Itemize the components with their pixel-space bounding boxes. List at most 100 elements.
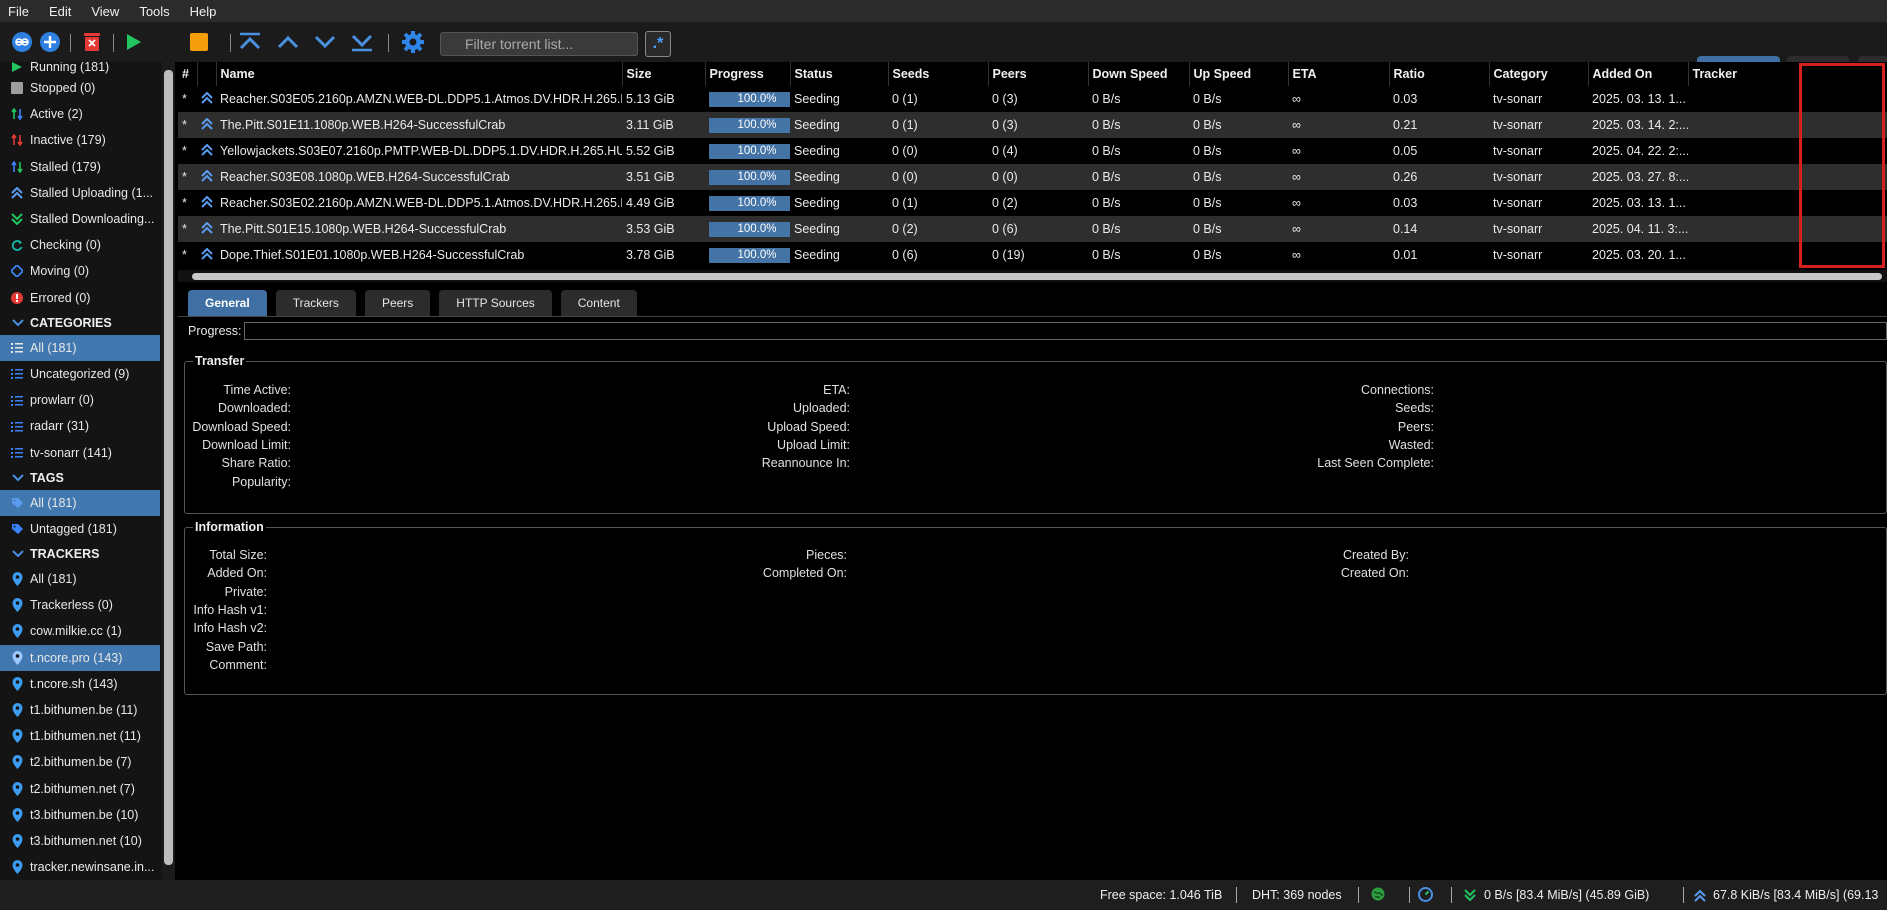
sidebar-item-inactive[interactable]: Inactive (179) xyxy=(0,127,175,153)
add-torrent-button[interactable] xyxy=(38,30,62,54)
connection-status-icon[interactable] xyxy=(1371,887,1385,904)
field-label: Downloaded: xyxy=(218,401,291,416)
sidebar-category-tv-sonarr[interactable]: tv-sonarr (141) xyxy=(0,439,175,465)
speed-limit-icon[interactable] xyxy=(1418,887,1433,905)
sidebar-tracker-item[interactable]: t3.bithumen.be (10) xyxy=(0,802,175,828)
table-row[interactable]: * The.Pitt.S01E11.1080p.WEB.H264-Successf… xyxy=(178,112,1887,138)
trackers-header[interactable]: TRACKERS xyxy=(0,542,175,566)
stop-button[interactable] xyxy=(187,30,211,54)
sidebar-item-moving[interactable]: Moving (0) xyxy=(0,258,175,284)
regex-toggle-button[interactable]: .* xyxy=(645,31,671,57)
sidebar-item-label: t.ncore.sh (143) xyxy=(30,676,118,691)
ratio-cell: 0.05 xyxy=(1393,144,1418,158)
sidebar-item-stopped[interactable]: Stopped (0) xyxy=(0,75,175,101)
column-header[interactable]: Down Speed xyxy=(1088,62,1190,86)
add-link-button[interactable] xyxy=(10,30,34,54)
size-cell: 3.53 GiB xyxy=(622,216,705,242)
menu-help[interactable]: Help xyxy=(190,4,217,19)
sidebar-tag-all[interactable]: All (181) xyxy=(0,489,160,516)
sidebar-tracker-item[interactable]: t2.bithumen.be (7) xyxy=(0,749,175,775)
column-header[interactable]: Seeds xyxy=(888,62,989,86)
options-button[interactable] xyxy=(401,30,425,54)
move-up-button[interactable] xyxy=(276,30,300,54)
sidebar-scrollbar-thumb[interactable] xyxy=(164,70,173,865)
tab-http-sources[interactable]: HTTP Sources xyxy=(439,290,552,316)
up-cell: 0 B/s xyxy=(1189,164,1288,190)
sidebar-category-all[interactable]: All (181) xyxy=(0,334,160,361)
menu-edit[interactable]: Edit xyxy=(49,4,71,19)
column-header[interactable]: Peers xyxy=(988,62,1089,86)
sidebar-item-active[interactable]: Active (2) xyxy=(0,101,175,127)
menu-view[interactable]: View xyxy=(91,4,119,19)
delete-button[interactable] xyxy=(80,30,104,54)
table-horizontal-scrollbar[interactable] xyxy=(178,270,1887,282)
double-chevron-up-icon xyxy=(10,186,24,200)
sidebar-tracker-item[interactable]: cow.milkie.cc (1) xyxy=(0,618,175,644)
column-header[interactable]: Tracker xyxy=(1688,62,1887,86)
column-header[interactable]: Progress xyxy=(705,62,791,86)
table-row[interactable]: * Dope.Thief.S01E01.1080p.WEB.H264-Succes… xyxy=(178,242,1887,268)
stop-square-icon xyxy=(190,33,208,51)
column-header[interactable]: ETA xyxy=(1288,62,1390,86)
tracker-list: All (181) Trackerless (0) cow.milkie.cc (1… xyxy=(0,566,175,880)
field-label: Time Active: xyxy=(223,383,291,397)
column-header[interactable]: Category xyxy=(1489,62,1589,86)
table-row[interactable]: * The.Pitt.S01E15.1080p.WEB.H264-Successf… xyxy=(178,216,1887,242)
table-scrollbar-thumb[interactable] xyxy=(192,273,1882,280)
column-header[interactable]: # xyxy=(178,62,198,86)
move-down-button[interactable] xyxy=(313,30,337,54)
sidebar-item-stalled-downloading[interactable]: Stalled Downloading... xyxy=(0,206,175,232)
sidebar-tracker-item[interactable]: t.ncore.pro (143) xyxy=(0,644,160,671)
state-icon-cell xyxy=(197,112,216,138)
tags-header[interactable]: TAGS xyxy=(0,466,175,490)
sidebar-tracker-item[interactable]: tracker.newinsane.in... xyxy=(0,854,175,880)
sidebar-item-running[interactable]: Running (181) xyxy=(0,62,175,75)
tab-general[interactable]: General xyxy=(188,290,267,316)
sidebar-category-uncategorized[interactable]: Uncategorized (9) xyxy=(0,361,175,387)
column-header[interactable]: Status xyxy=(790,62,889,86)
table-row[interactable]: * Reacher.S03E02.2160p.AMZN.WEB-DL.DDP5.1… xyxy=(178,190,1887,216)
status-cell: Seeding xyxy=(794,92,840,106)
column-header[interactable]: Added On xyxy=(1588,62,1689,86)
field-label: Wasted: xyxy=(1388,437,1434,452)
sidebar-tracker-item[interactable]: t1.bithumen.be (11) xyxy=(0,697,175,723)
sidebar-item-checking[interactable]: Checking (0) xyxy=(0,232,175,258)
column-header[interactable]: Name xyxy=(216,62,623,86)
tab-content[interactable]: Content xyxy=(560,290,637,316)
field-label: Connections: xyxy=(1361,383,1434,397)
sidebar-tracker-item[interactable]: All (181) xyxy=(0,566,175,592)
move-bottom-button[interactable] xyxy=(350,30,374,54)
filter-torrent-input[interactable]: Filter torrent list... xyxy=(440,32,638,56)
sidebar-tag-untagged[interactable]: Untagged (181) xyxy=(0,516,175,542)
tab-peers[interactable]: Peers xyxy=(364,290,431,316)
sidebar-tracker-item[interactable]: Trackerless (0) xyxy=(0,592,175,618)
sidebar-category-prowlarr[interactable]: prowlarr (0) xyxy=(0,387,175,413)
table-row[interactable]: * Yellowjackets.S03E07.2160p.PMTP.WEB-DL.… xyxy=(178,138,1887,164)
state-icon-cell xyxy=(197,190,216,216)
table-row[interactable]: * Reacher.S03E08.1080p.WEB.H264-Successfu… xyxy=(178,164,1887,190)
table-row[interactable]: * Reacher.S03E05.2160p.AMZN.WEB-DL.DDP5.1… xyxy=(178,86,1887,112)
column-header[interactable]: Up Speed xyxy=(1189,62,1289,86)
sidebar-scrollbar[interactable] xyxy=(162,62,175,880)
column-header[interactable]: Size xyxy=(622,62,706,86)
sidebar-tracker-item[interactable]: t.ncore.sh (143) xyxy=(0,671,175,697)
start-button[interactable] xyxy=(121,30,145,54)
categories-header[interactable]: CATEGORIES xyxy=(0,311,175,335)
menu-file[interactable]: File xyxy=(8,4,29,19)
sidebar-category-radarr[interactable]: radarr (31) xyxy=(0,413,175,439)
field-label: Upload Limit: xyxy=(777,437,850,452)
move-top-button[interactable] xyxy=(238,30,262,54)
menu-tools[interactable]: Tools xyxy=(139,4,169,19)
sidebar-item-errored[interactable]: Errored (0) xyxy=(0,285,175,311)
status-cell: Seeding xyxy=(790,112,888,138)
tab-trackers[interactable]: Trackers xyxy=(275,290,356,316)
column-header[interactable]: Ratio xyxy=(1389,62,1490,86)
sidebar-item-label: t2.bithumen.be (7) xyxy=(30,755,132,770)
sidebar-tracker-item[interactable]: t3.bithumen.net (10) xyxy=(0,828,175,854)
sidebar-item-stalled-uploading[interactable]: Stalled Uploading (1... xyxy=(0,180,175,206)
sidebar-item-stalled[interactable]: Stalled (179) xyxy=(0,154,175,180)
column-header[interactable] xyxy=(197,62,217,86)
sidebar-tracker-item[interactable]: t1.bithumen.net (11) xyxy=(0,723,175,749)
sidebar-tracker-item[interactable]: t2.bithumen.net (7) xyxy=(0,776,175,802)
list-icon xyxy=(10,393,24,407)
